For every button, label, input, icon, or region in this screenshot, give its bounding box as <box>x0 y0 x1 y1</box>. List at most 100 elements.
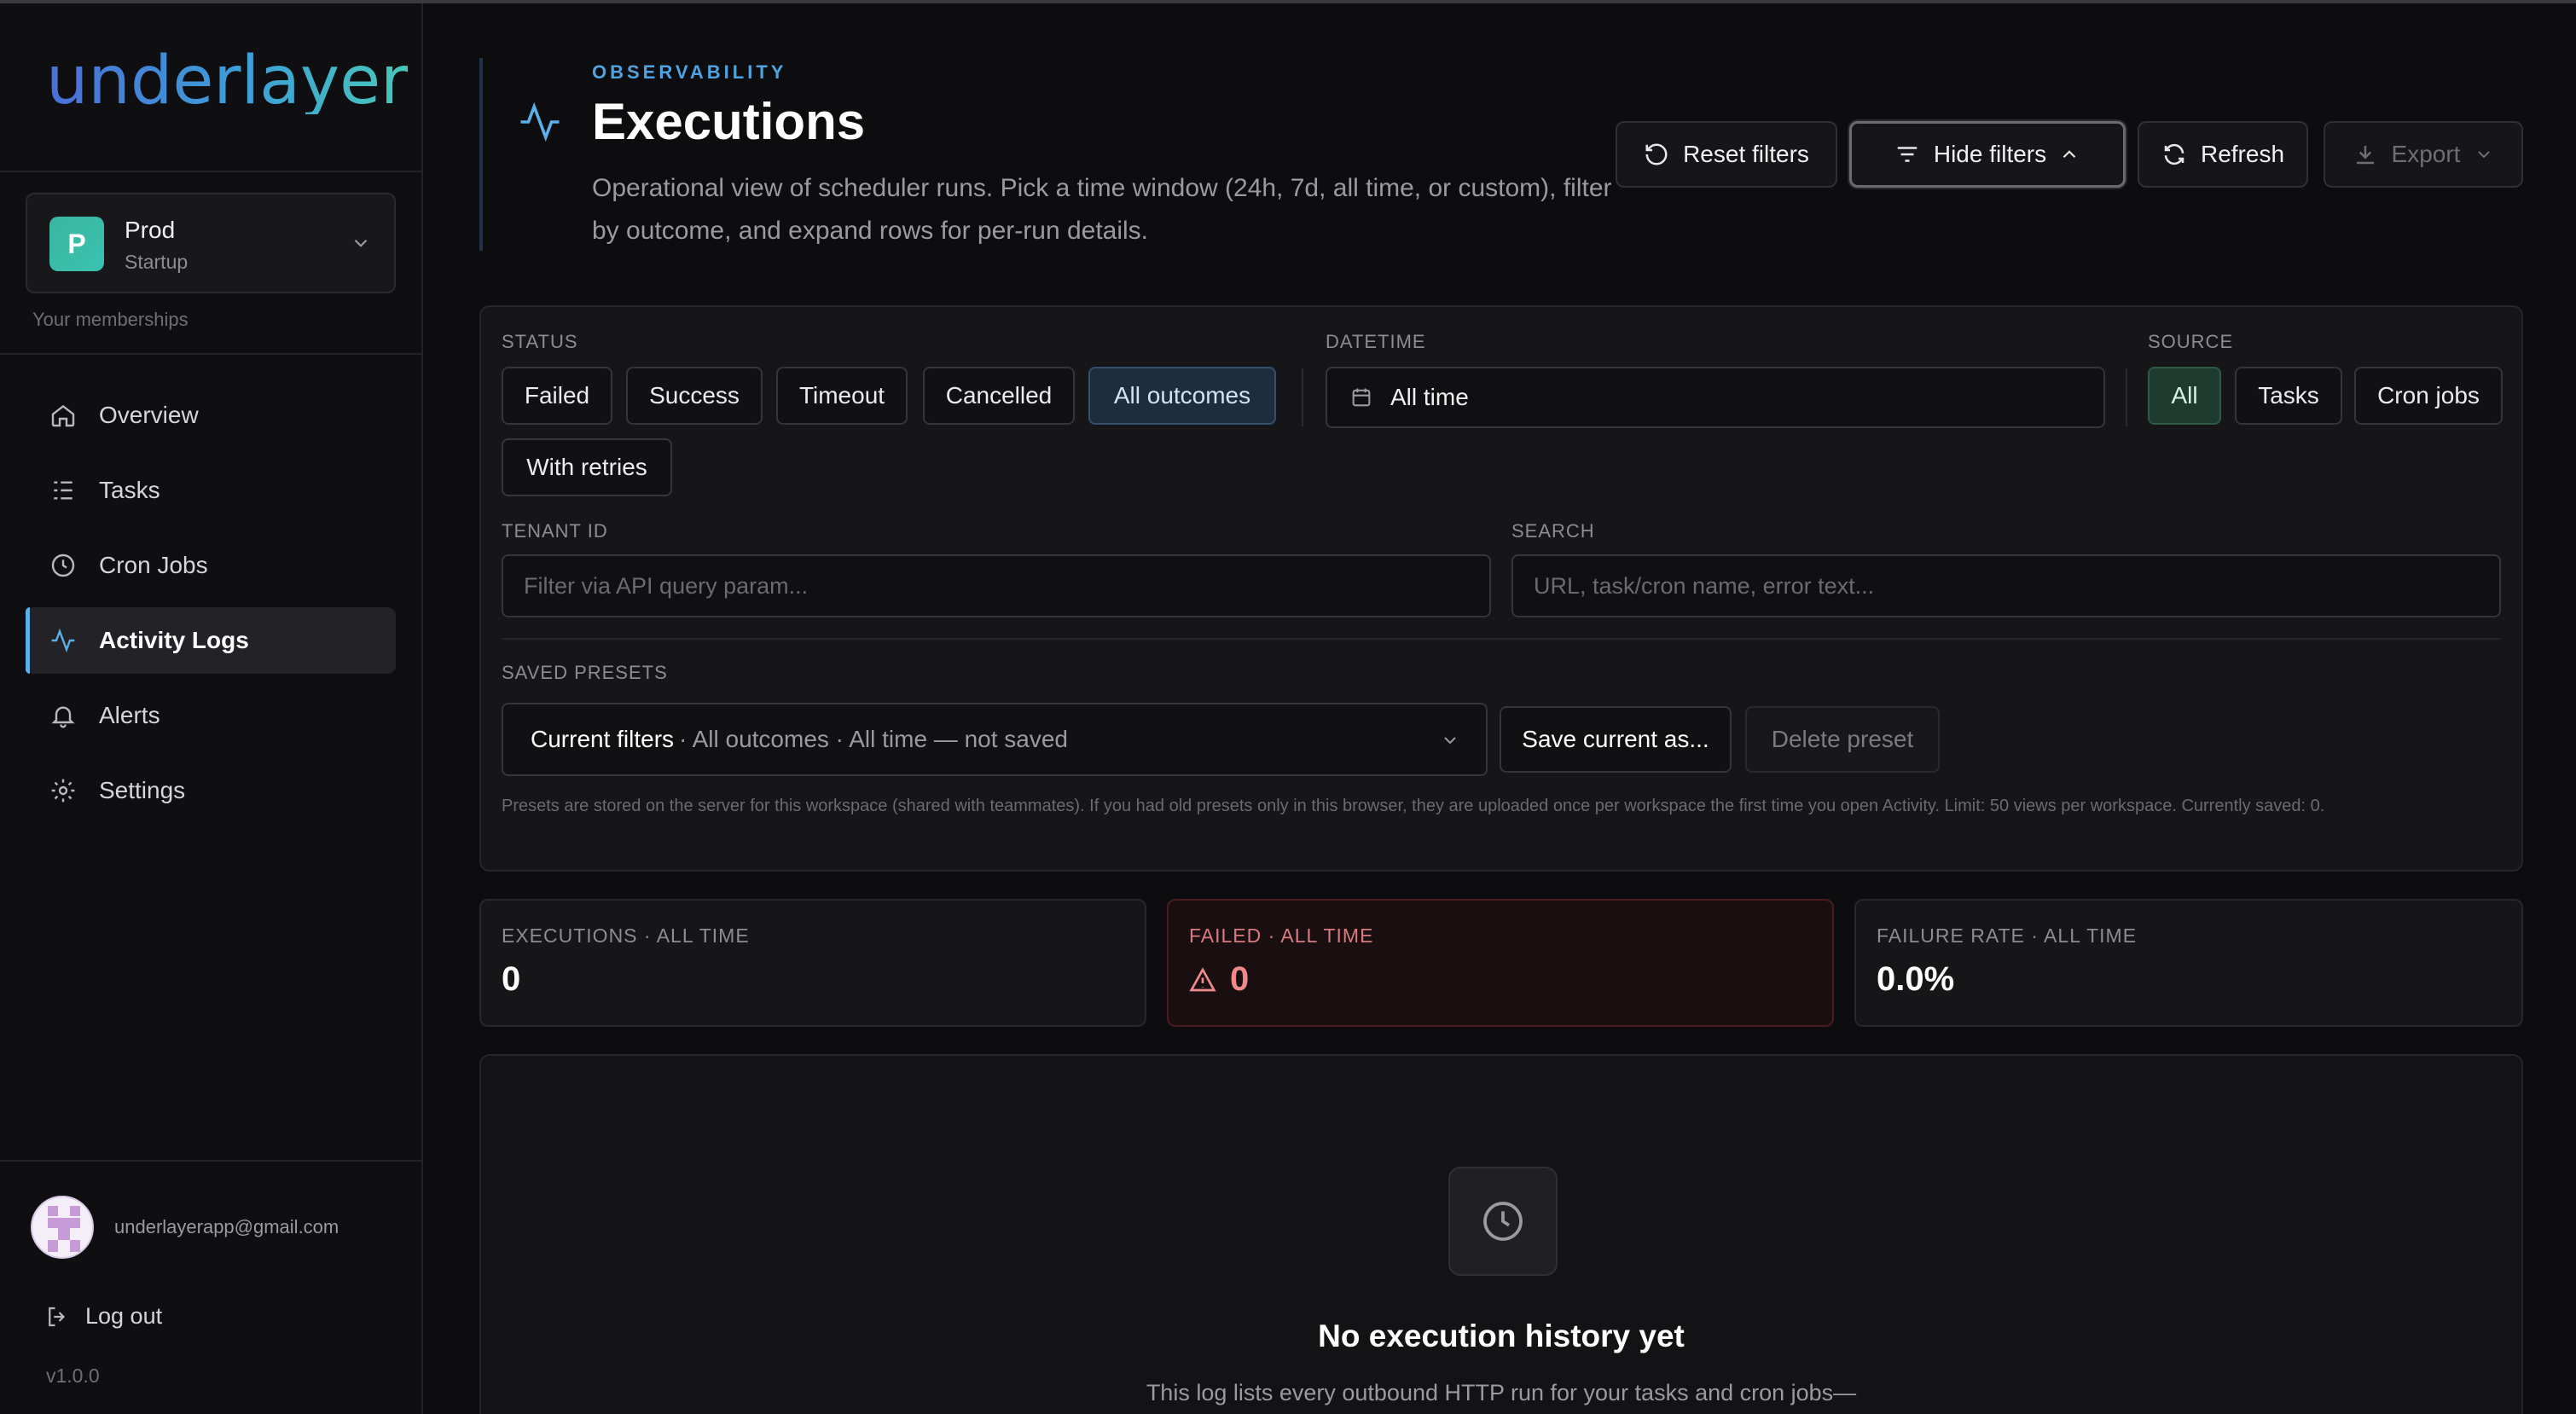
sidebar-nav: Overview Tasks Cron Jobs Activity Logs A… <box>26 382 396 832</box>
calendar-icon <box>1352 388 1371 407</box>
org-switcher[interactable]: P Prod Startup <box>26 193 396 293</box>
clock-icon <box>1483 1202 1523 1241</box>
header-accent-bar <box>479 58 483 251</box>
status-chip-with-retries[interactable]: With retries <box>502 438 672 496</box>
activity-icon <box>51 628 75 653</box>
reset-filters-button[interactable]: Reset filters <box>1616 121 1837 188</box>
preset-select[interactable]: Current filters · All outcomes · All tim… <box>502 703 1488 776</box>
empty-state-description: This log lists every outbound HTTP run f… <box>1146 1380 1857 1405</box>
memberships-label[interactable]: Your memberships <box>32 309 189 331</box>
sidebar-item-alerts[interactable]: Alerts <box>26 682 396 749</box>
stat-label: EXECUTIONS · ALL TIME <box>502 924 750 947</box>
refresh-button[interactable]: Refresh <box>2138 121 2308 188</box>
task-list-icon <box>54 481 73 500</box>
sidebar-item-label: Tasks <box>99 477 160 503</box>
reset-icon <box>1645 143 1668 165</box>
sidebar-item-label: Cron Jobs <box>99 552 208 578</box>
empty-state-icon-box <box>1448 1167 1558 1276</box>
filter-panel: STATUS Failed Success Timeout Cancelled … <box>479 305 2523 872</box>
filter-divider <box>502 638 2501 640</box>
app-version: v1.0.0 <box>46 1365 100 1387</box>
status-chip-failed[interactable]: Failed <box>502 367 612 425</box>
status-label: STATUS <box>502 331 578 352</box>
logout-button[interactable]: Log out <box>44 1303 162 1330</box>
source-chip-cron-jobs[interactable]: Cron jobs <box>2354 367 2503 425</box>
org-name: Prod <box>125 217 176 243</box>
org-plan: Startup <box>125 251 189 273</box>
source-chip-tasks[interactable]: Tasks <box>2235 367 2342 425</box>
chevron-down-icon <box>2478 151 2491 159</box>
logout-icon <box>49 1307 66 1326</box>
org-avatar: P <box>49 217 104 271</box>
stat-value: 0 <box>1230 960 1250 998</box>
sidebar-item-activity-logs[interactable]: Activity Logs <box>26 607 396 674</box>
page-description: Operational view of scheduler runs. Pick… <box>592 174 1612 245</box>
sidebar-item-overview[interactable]: Overview <box>26 382 396 449</box>
hide-filters-button[interactable]: Hide filters <box>1849 121 2126 188</box>
stat-value: 0.0% <box>1877 960 1955 998</box>
warning-icon <box>1189 966 1216 991</box>
page-title: Executions <box>592 93 866 150</box>
export-label: Export <box>2391 141 2461 167</box>
page-eyebrow: OBSERVABILITY <box>592 61 787 83</box>
delete-preset-button[interactable]: Delete preset <box>1745 706 1940 773</box>
source-chip-all[interactable]: All <box>2148 367 2221 425</box>
chevron-up-icon <box>2063 150 2076 159</box>
tenant-id-input[interactable] <box>502 554 1491 617</box>
executions-empty-state: No execution history yet This log lists … <box>479 1054 2523 1414</box>
activity-icon <box>520 101 560 142</box>
stat-label: FAILED · ALL TIME <box>1189 924 1374 947</box>
sidebar-item-label: Settings <box>99 777 186 803</box>
sidebar-divider <box>0 353 421 355</box>
preset-note: Presets are stored on the server for thi… <box>502 797 2325 815</box>
identicon-icon <box>48 1206 80 1252</box>
sidebar-item-cron-jobs[interactable]: Cron Jobs <box>26 532 396 599</box>
reset-filters-label: Reset filters <box>1683 141 1809 167</box>
empty-state-title: No execution history yet <box>1318 1318 1685 1353</box>
sidebar-item-tasks[interactable]: Tasks <box>26 457 396 524</box>
sidebar-divider <box>0 171 421 172</box>
stat-value-row: 0 <box>1189 960 1249 999</box>
filter-separator <box>1302 368 1303 426</box>
user-profile[interactable]: underlayerapp@gmail.com <box>31 1196 339 1259</box>
gear-icon <box>51 779 75 803</box>
preset-summary: · All outcomes · All time — not saved <box>679 726 1069 752</box>
chevron-down-icon <box>1444 737 1456 745</box>
filter-separator <box>2126 368 2127 426</box>
save-preset-button[interactable]: Save current as... <box>1500 706 1732 773</box>
status-chip-success[interactable]: Success <box>626 367 763 425</box>
datetime-label: DATETIME <box>1326 331 1426 352</box>
search-input[interactable] <box>1511 554 2501 617</box>
stat-card-executions: EXECUTIONS · ALL TIME 0 <box>479 899 1146 1027</box>
stat-card-failed: FAILED · ALL TIME 0 <box>1167 899 1834 1027</box>
sidebar: underlayer P Prod Startup Your membershi… <box>0 3 423 1414</box>
search-label: SEARCH <box>1511 520 1595 542</box>
sidebar-item-label: Activity Logs <box>99 627 249 653</box>
stat-label: FAILURE RATE · ALL TIME <box>1877 924 2138 947</box>
download-icon <box>2356 146 2374 165</box>
clock-icon <box>51 553 75 577</box>
status-chip-cancelled[interactable]: Cancelled <box>923 367 1075 425</box>
saved-presets-label: SAVED PRESETS <box>502 662 668 683</box>
brand-logo[interactable]: underlayer <box>46 48 408 114</box>
filter-icon <box>1897 147 1917 162</box>
bell-icon <box>51 706 75 728</box>
sidebar-item-settings[interactable]: Settings <box>26 757 396 824</box>
datetime-picker[interactable]: All time <box>1326 367 2105 428</box>
datetime-value: All time <box>1390 384 1469 410</box>
avatar <box>31 1196 94 1259</box>
logout-label: Log out <box>85 1303 163 1329</box>
status-chip-timeout[interactable]: Timeout <box>776 367 908 425</box>
refresh-icon <box>2164 143 2184 165</box>
preset-current: Current filters <box>531 726 675 752</box>
stat-card-failure-rate: FAILURE RATE · ALL TIME 0.0% <box>1854 899 2523 1027</box>
tenant-id-label: TENANT ID <box>502 520 608 542</box>
sidebar-divider <box>0 1160 421 1162</box>
user-email: underlayerapp@gmail.com <box>114 1216 339 1237</box>
home-icon <box>51 404 75 427</box>
status-chip-all-outcomes[interactable]: All outcomes <box>1088 367 1276 425</box>
refresh-label: Refresh <box>2200 141 2285 167</box>
export-button[interactable]: Export <box>2324 121 2523 188</box>
sidebar-item-label: Alerts <box>99 702 160 728</box>
chevron-down-icon <box>354 239 368 247</box>
